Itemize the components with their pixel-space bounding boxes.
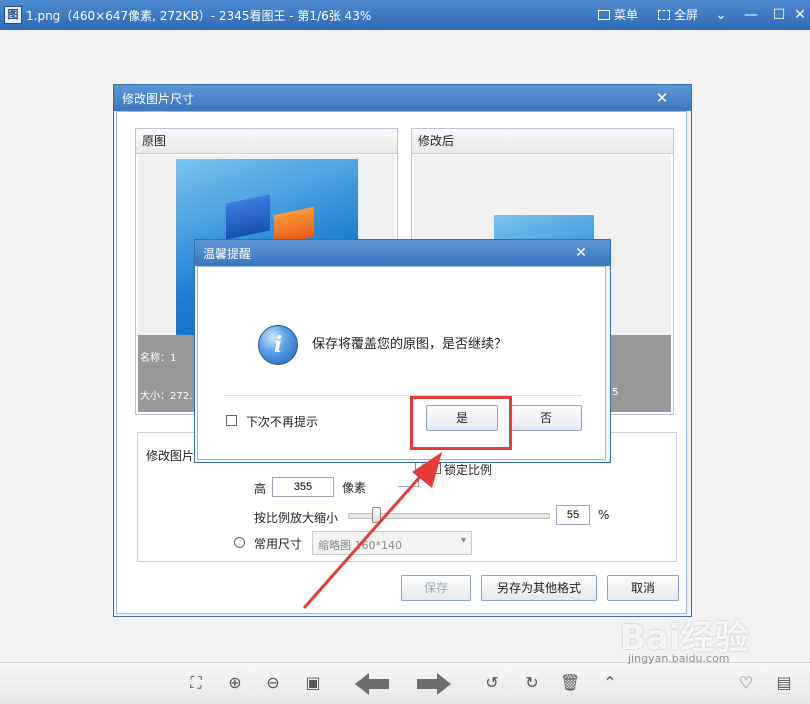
fullscreen-button[interactable]: 全屏 <box>658 6 698 23</box>
maximize-icon[interactable]: ☐ <box>766 4 792 26</box>
window-titlebar: 图 1.png（460×647像素, 272KB）- 2345看图王 - 第1/… <box>0 0 810 30</box>
common-size-radio[interactable] <box>234 537 245 548</box>
alert-dialog-header: 温馨提醒 ✕ <box>195 240 610 266</box>
dont-show-checkbox[interactable] <box>226 415 237 426</box>
alert-close-icon[interactable]: ✕ <box>570 242 592 264</box>
alert-dialog-title: 温馨提醒 <box>203 247 252 261</box>
delete-icon[interactable]: 🗑 <box>560 673 580 693</box>
original-size-label: 大小：272. <box>140 391 193 402</box>
cancel-button[interactable]: 取消 <box>607 575 679 601</box>
zoom-out-icon[interactable]: ⊖ <box>263 673 283 693</box>
zoom-in-icon[interactable]: ⊕ <box>225 673 245 693</box>
settings-group-label: 修改图片 <box>146 449 195 463</box>
save-as-button[interactable]: 另存为其他格式 <box>481 575 597 601</box>
alert-dialog-body: i 保存将覆盖您的原图，是否继续？ 下次不再提示 是 否 <box>197 266 606 460</box>
baidu-watermark-url: jingyan.baidu.com <box>628 652 730 665</box>
info-icon: i <box>258 325 298 365</box>
fullscreen-label: 全屏 <box>674 8 699 22</box>
gallery-icon[interactable]: ▤ <box>774 673 794 693</box>
app-icon: 图 <box>4 6 22 24</box>
previous-arrow-icon[interactable] <box>355 673 389 695</box>
resize-dialog-title: 修改图片尺寸 <box>122 92 195 106</box>
alert-dialog: 温馨提醒 ✕ i 保存将覆盖您的原图，是否继续？ 下次不再提示 是 否 <box>194 239 611 463</box>
windows-logo-blue-shape <box>226 194 270 240</box>
dropdown-chevron-icon[interactable]: ⌄ <box>708 4 734 26</box>
window-title: 1.png（460×647像素, 272KB）- 2345看图王 - 第1/6张… <box>26 9 372 23</box>
alert-message: 保存将覆盖您的原图，是否继续？ <box>312 337 508 352</box>
chevron-down-icon: ▾ <box>460 535 466 546</box>
annotation-arrow <box>302 452 442 609</box>
expand-up-icon[interactable]: ⌃ <box>600 673 620 693</box>
favorite-heart-icon[interactable]: ♡ <box>736 673 756 693</box>
dont-show-label: 下次不再提示 <box>246 415 319 429</box>
bottom-toolbar: ⛶ ⊕ ⊖ ▣ ↺ ↻ 🗑 ⌃ ♡ ▤ <box>0 662 810 704</box>
alert-divider <box>224 395 582 396</box>
fullscreen-icon <box>658 9 670 20</box>
modified-size-label: 5 <box>612 387 619 398</box>
original-panel-title: 原图 <box>136 129 397 154</box>
slideshow-icon[interactable]: ▣ <box>303 673 323 693</box>
menu-button[interactable]: 菜单 <box>598 6 638 23</box>
menu-label: 菜单 <box>614 8 639 22</box>
rotate-right-icon[interactable]: ↻ <box>522 673 542 693</box>
no-button[interactable]: 否 <box>510 405 582 431</box>
close-icon[interactable]: ✕ <box>651 87 673 109</box>
rotate-left-icon[interactable]: ↺ <box>482 673 502 693</box>
scale-input[interactable] <box>556 505 590 525</box>
modified-panel-title: 修改后 <box>412 129 673 154</box>
menu-icon <box>598 9 610 20</box>
close-window-icon[interactable]: ✕ <box>790 4 810 26</box>
resize-dialog-header: 修改图片尺寸 ✕ <box>114 85 691 111</box>
original-name-label: 名称：1 <box>140 353 177 364</box>
minimize-icon[interactable]: — <box>738 4 764 26</box>
height-label: 高 <box>254 482 267 496</box>
percent-sign: % <box>598 508 610 522</box>
next-arrow-icon[interactable] <box>417 673 451 695</box>
fit-window-icon[interactable]: ⛶ <box>186 673 206 693</box>
